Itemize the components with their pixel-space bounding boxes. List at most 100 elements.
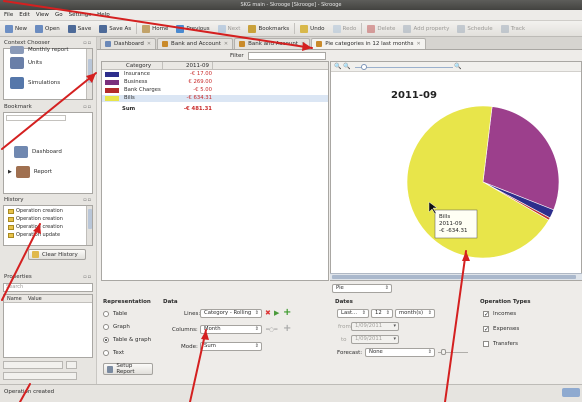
- history-scrollbar[interactable]: [86, 206, 92, 245]
- mode-combo[interactable]: Sum ⇕: [200, 342, 262, 351]
- close-tab-icon[interactable]: ✕: [417, 41, 421, 47]
- menu-help[interactable]: Help: [97, 12, 110, 18]
- tab-3[interactable]: Pie categories in 12 last months ✕: [311, 38, 426, 49]
- report-table: Category 2011-09 Insurance -€ 17.00 Busine…: [101, 61, 329, 281]
- bookmark-search[interactable]: [6, 115, 66, 121]
- checkbox-incomes[interactable]: ✓: [483, 311, 489, 318]
- toolbar-add-property-button[interactable]: Add property: [400, 22, 452, 35]
- zoom-out-icon[interactable]: 🔍: [334, 63, 341, 70]
- menu-view[interactable]: View: [36, 12, 49, 18]
- period-combo[interactable]: Last... ⇕: [337, 309, 369, 318]
- menu-edit[interactable]: Edit: [19, 12, 30, 18]
- toolbar-previous-button[interactable]: Previous: [173, 22, 212, 35]
- history-item[interactable]: Operation creation: [8, 208, 63, 214]
- zoom-fit-icon[interactable]: 🔍: [343, 63, 350, 70]
- radio-text[interactable]: [103, 350, 109, 356]
- toolbar-undo-button[interactable]: Undo: [297, 22, 327, 35]
- lines-combo[interactable]: Category - Rolling ⇕: [200, 309, 262, 318]
- remove-icon[interactable]: ✖: [265, 309, 271, 317]
- status-bar: Operation created: [0, 384, 582, 402]
- forecast-combo[interactable]: None ⇕: [365, 348, 435, 357]
- dock-buttons[interactable]: ▫▫: [83, 104, 92, 110]
- toolbar-save-button[interactable]: Save: [65, 22, 95, 35]
- zoom-slider-handle[interactable]: [361, 64, 367, 70]
- delete-icon: [367, 24, 376, 33]
- bookmark-title: Bookmark: [4, 103, 32, 110]
- add-column-icon[interactable]: +: [283, 323, 291, 334]
- forecast-slider-handle[interactable]: [441, 349, 446, 355]
- expand-arrow-icon[interactable]: ▶: [8, 169, 12, 175]
- from-date-value: 1/09/2011: [355, 323, 383, 329]
- tab-1[interactable]: Bank and Account ✕: [157, 38, 234, 49]
- close-tab-icon[interactable]: ✕: [147, 41, 151, 47]
- property-value-combo[interactable]: [3, 372, 77, 380]
- property-add-button[interactable]: [66, 361, 77, 369]
- chart-type-combo[interactable]: Pie ⇕: [332, 284, 392, 293]
- radio-graph[interactable]: [103, 324, 109, 330]
- close-tab-icon[interactable]: ✕: [301, 41, 305, 47]
- redo-icon: [332, 24, 341, 33]
- toolbar-open-button[interactable]: Open: [32, 22, 63, 35]
- toolbar-schedule-button[interactable]: Schedule: [454, 22, 495, 35]
- zoom-in-icon[interactable]: 🔍: [454, 63, 461, 70]
- toolbar-new-button[interactable]: New: [2, 22, 30, 35]
- chart-horizontal-scrollbar[interactable]: [330, 273, 582, 280]
- dock-buttons[interactable]: ▫▫: [83, 40, 92, 46]
- radio-table-and-graph[interactable]: [103, 337, 109, 343]
- pie-chart[interactable]: 2011-09 Bills2011-09-€ -634.31: [331, 72, 582, 282]
- combo-arrow-icon: ⇕: [384, 285, 389, 291]
- close-tab-icon[interactable]: ✕: [224, 41, 228, 47]
- dock-buttons[interactable]: ▫▫: [83, 197, 92, 203]
- value-cell: € 269.00: [188, 79, 212, 85]
- history-item[interactable]: Operation creation: [8, 224, 63, 230]
- clear-history-button[interactable]: Clear History: [28, 249, 86, 260]
- tab-2[interactable]: Bank and Account ✕: [234, 38, 311, 49]
- toolbar-save-as-button[interactable]: Save As: [96, 22, 134, 35]
- period-unit-combo[interactable]: month(s) ⇕: [395, 309, 435, 318]
- table-row[interactable]: Bills -€ 634.31: [102, 95, 328, 102]
- category-color-swatch: [105, 72, 119, 77]
- context-item-simulations[interactable]: Simulations: [10, 77, 60, 89]
- toolbar-home-button[interactable]: Home: [139, 22, 171, 35]
- toolbar-separator: [136, 23, 138, 34]
- columns-combo[interactable]: Month ⇕: [200, 325, 262, 334]
- toolbar-next-button[interactable]: Next: [215, 22, 244, 35]
- filter-input[interactable]: [248, 52, 326, 60]
- context-item-units[interactable]: Units: [10, 57, 42, 69]
- toolbar-redo-button[interactable]: Redo: [330, 22, 360, 35]
- table-row[interactable]: Insurance -€ 17.00: [102, 71, 328, 78]
- checkbox-transfers[interactable]: [483, 341, 489, 347]
- menu-settings[interactable]: Settings: [69, 12, 92, 18]
- pen-icon: [403, 24, 412, 33]
- from-date-input[interactable]: 1/09/2011 ▾: [351, 322, 399, 331]
- setup-report-button[interactable]: Setup Report: [103, 363, 153, 375]
- table-row[interactable]: Bank Charges -€ 5.00: [102, 87, 328, 94]
- to-date-input[interactable]: 1/09/2011 ▾: [351, 335, 399, 344]
- period-count-spinbox[interactable]: 12 ⇕: [371, 309, 393, 318]
- context-scrollbar[interactable]: [86, 49, 92, 99]
- toolbar-delete-button[interactable]: Delete: [364, 22, 398, 35]
- context-item-monthly-report[interactable]: Monthly report: [10, 46, 69, 54]
- bookmark-item-report[interactable]: ▶ Report: [8, 166, 52, 178]
- play-icon[interactable]: ▶: [274, 309, 279, 317]
- add-icon[interactable]: +: [283, 307, 291, 318]
- menu-go[interactable]: Go: [55, 12, 63, 18]
- menu-file[interactable]: File: [4, 12, 13, 18]
- zoom-slider[interactable]: [355, 67, 453, 68]
- dock-buttons[interactable]: ▫▫: [83, 274, 92, 280]
- toolbar-button-label: Save As: [109, 25, 132, 32]
- properties-search-input[interactable]: Search: [3, 283, 93, 292]
- history-item[interactable]: Operation creation: [8, 216, 63, 222]
- property-name-combo[interactable]: [3, 361, 63, 369]
- bookmark-header: Bookmark ▫▫: [2, 102, 94, 111]
- history-item[interactable]: Operation update: [8, 232, 60, 238]
- bookmark-item-dashboard[interactable]: Dashboard: [14, 146, 62, 158]
- representation-title: Representation: [103, 299, 151, 305]
- toolbar-track-button[interactable]: Track: [498, 22, 528, 35]
- option-table-label: Table: [113, 311, 128, 317]
- checkbox-expenses[interactable]: ✓: [483, 326, 489, 333]
- radio-table[interactable]: [103, 311, 109, 317]
- table-row[interactable]: Business € 269.00: [102, 79, 328, 86]
- tab-0[interactable]: Dashboard ✕: [100, 38, 157, 49]
- toolbar-bookmarks-button[interactable]: Bookmarks: [245, 22, 292, 35]
